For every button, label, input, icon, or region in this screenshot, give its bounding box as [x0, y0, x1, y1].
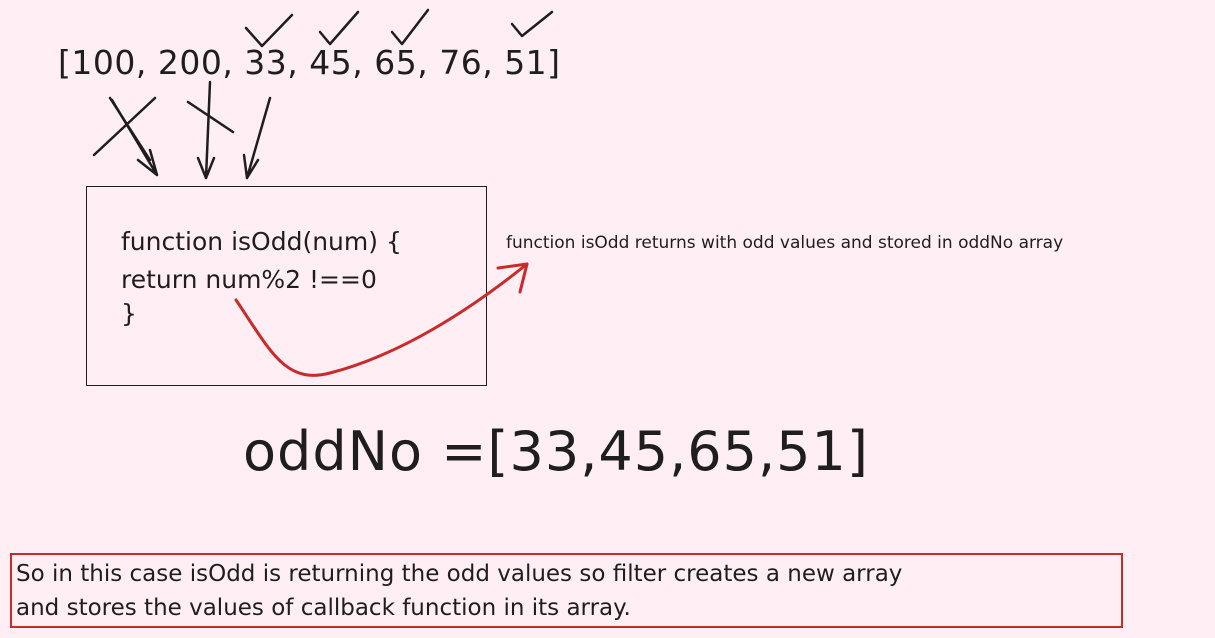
code-line-closing-brace: }: [121, 299, 137, 328]
cross-icon-100-a: [92, 96, 157, 157]
arrow-icon-200: [196, 80, 216, 180]
input-array-text: [100, 200, 33, 45, 65, 76, 51]: [58, 43, 561, 82]
arrow-icon-100: [110, 98, 159, 177]
arrowhead-icon: [496, 262, 529, 294]
cross-icon-200-a: [186, 100, 235, 134]
summary-line-1: So in this case isOdd is returning the o…: [16, 561, 903, 587]
summary-box: So in this case isOdd is returning the o…: [10, 553, 1123, 628]
whiteboard-canvas: [100, 200, 33, 45, 65, 76, 51] function …: [0, 0, 1215, 638]
checkmark-icon-65: [390, 8, 430, 46]
checkmark-icon-33: [244, 13, 294, 48]
explanation-note: function isOdd returns with odd values a…: [506, 233, 1064, 253]
code-box: function isOdd(num) { return num%2 !==0 …: [86, 186, 487, 386]
arrow-icon-33: [242, 96, 272, 180]
summary-line-2: and stores the values of callback functi…: [16, 595, 631, 621]
code-line-function-signature: function isOdd(num) {: [121, 227, 402, 256]
cross-icon-100-b: [108, 96, 152, 162]
checkmark-icon-51: [510, 10, 554, 38]
result-array-text: oddNo =[33,45,65,51]: [243, 420, 869, 483]
code-line-return-statement: return num%2 !==0: [121, 265, 377, 294]
checkmark-icon-45: [318, 10, 360, 46]
